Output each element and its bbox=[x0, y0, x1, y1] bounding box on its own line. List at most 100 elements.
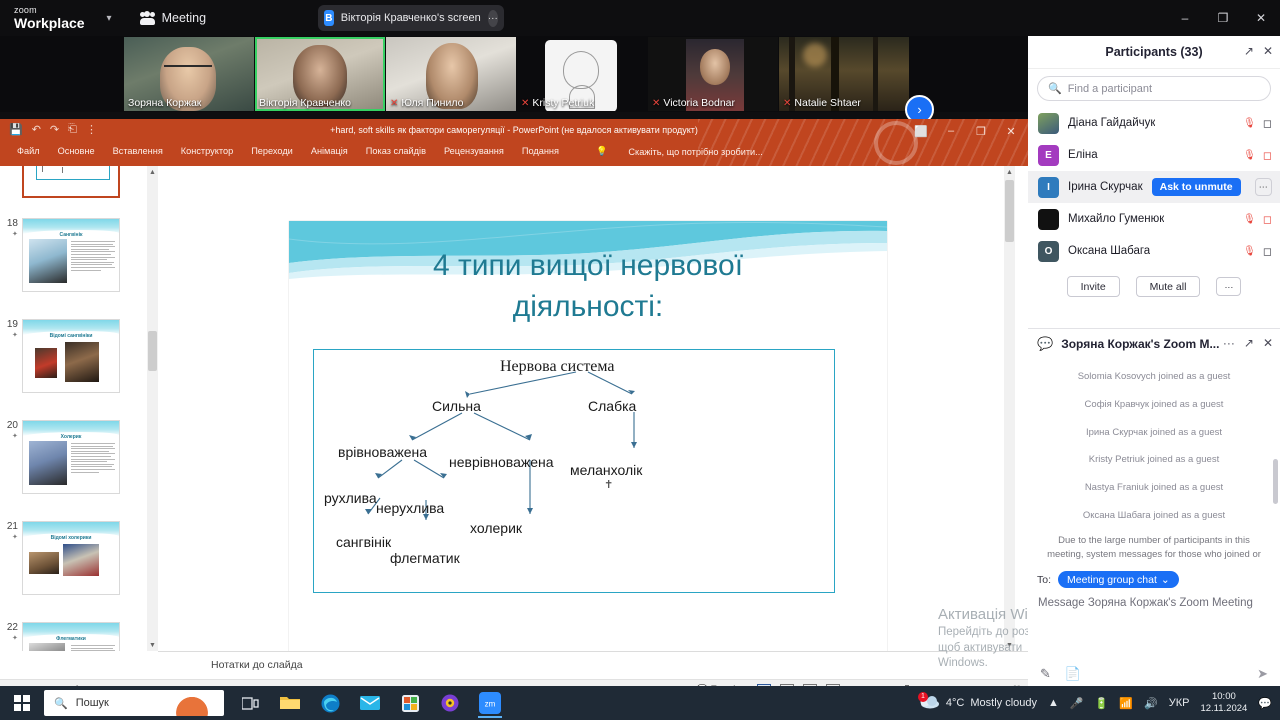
microphone-icon[interactable]: 🎤 bbox=[1070, 697, 1084, 710]
video-tile[interactable]: ✕ Natalie Shtaer bbox=[779, 37, 909, 111]
invite-button[interactable]: Invite bbox=[1066, 276, 1120, 297]
search-input[interactable]: 🔍 Find a participant bbox=[1037, 76, 1271, 101]
canvas-scrollbar[interactable]: ▲ ▼ bbox=[1004, 166, 1015, 651]
notifications-icon[interactable]: 💬 bbox=[1258, 697, 1272, 710]
edge-browser-icon[interactable] bbox=[314, 688, 346, 718]
video-on-icon[interactable]: ◻ bbox=[1263, 117, 1272, 130]
scroll-down-icon[interactable]: ▼ bbox=[1004, 639, 1015, 651]
video-tile[interactable]: ✕ Юля Пинило bbox=[386, 37, 516, 111]
taskbar-search[interactable]: 🔍 Пошук bbox=[44, 690, 224, 716]
scrollbar-thumb[interactable] bbox=[148, 331, 157, 371]
thumb-card[interactable]: Відомі сангвініки bbox=[22, 319, 120, 393]
chat-message-list[interactable]: Solomia Kosovych joined as a guest Софія… bbox=[1028, 359, 1280, 564]
tab-view[interactable]: Подання bbox=[513, 146, 568, 157]
video-tile[interactable]: Зоряна Коржак bbox=[124, 37, 254, 111]
mic-muted-icon[interactable]: 🎙 bbox=[1243, 246, 1256, 257]
participants-more-button[interactable]: ··· bbox=[1216, 277, 1242, 296]
scroll-up-icon[interactable]: ▲ bbox=[1004, 166, 1015, 178]
tab-file[interactable]: Файл bbox=[8, 146, 49, 157]
tab-review[interactable]: Рецензування bbox=[435, 146, 513, 157]
ask-to-unmute-button[interactable]: Ask to unmute bbox=[1151, 178, 1241, 196]
meeting-tab[interactable]: Meeting bbox=[139, 11, 206, 25]
minimize-icon[interactable]: – bbox=[1166, 0, 1204, 36]
scrollbar-thumb[interactable] bbox=[1005, 180, 1014, 242]
video-tile[interactable]: ✕ Victoria Bodnar bbox=[648, 37, 778, 111]
close-icon[interactable]: ✕ bbox=[996, 121, 1026, 141]
tell-me-search[interactable]: 💡 Скажіть, що потрібно зробити... bbox=[578, 146, 781, 157]
video-tile-active[interactable]: Вікторія Кравченко bbox=[255, 37, 385, 111]
slide-thumbnail-17[interactable]: 17 bbox=[0, 166, 147, 198]
slide-diagram[interactable]: Нервова система Сильна Слабка врівноваже… bbox=[313, 349, 835, 593]
show-hidden-icons-chevron[interactable]: ▲ bbox=[1048, 697, 1059, 709]
participant-row[interactable]: Діана Гайдайчук 🎙 ◻ bbox=[1028, 107, 1280, 139]
mail-icon[interactable] bbox=[354, 688, 386, 718]
close-icon[interactable]: ✕ bbox=[1263, 44, 1273, 58]
slide-thumbnail-20[interactable]: 20 ✦ Холерик bbox=[0, 420, 147, 494]
chat-more-icon[interactable]: ··· bbox=[1223, 336, 1235, 350]
microsoft-store-icon[interactable] bbox=[394, 688, 426, 718]
screen-share-pill[interactable]: В Вікторія Кравченко's screen ··· bbox=[318, 5, 504, 31]
current-slide[interactable]: 4 типи вищої нервової діяльності: Нервов… bbox=[289, 221, 887, 666]
slide-thumbnail-22[interactable]: 22 ✦ Флегматики bbox=[0, 622, 147, 651]
restore-icon[interactable]: ❐ bbox=[1204, 0, 1242, 36]
format-text-icon[interactable]: ✎ bbox=[1040, 666, 1051, 682]
tab-animations[interactable]: Анімація bbox=[302, 146, 357, 157]
slide-canvas-area[interactable]: 4 типи вищої нервової діяльності: Нервов… bbox=[158, 166, 1015, 666]
share-more-icon[interactable]: ··· bbox=[487, 9, 498, 27]
notes-pane[interactable]: Нотатки до слайда bbox=[158, 651, 1028, 679]
tab-home[interactable]: Основне bbox=[49, 146, 104, 157]
close-icon[interactable]: ✕ bbox=[1242, 0, 1280, 36]
video-off-icon[interactable]: ◻ bbox=[1263, 149, 1272, 162]
minimize-icon[interactable]: – bbox=[936, 121, 966, 141]
weather-widget[interactable]: 1 4°C Mostly cloudy bbox=[917, 692, 1037, 712]
mute-all-button[interactable]: Mute all bbox=[1135, 276, 1201, 297]
tab-transitions[interactable]: Переходи bbox=[242, 146, 302, 157]
participant-row[interactable]: Е Еліна 🎙 ◻ bbox=[1028, 139, 1280, 171]
slide-thumbnail-19[interactable]: 19 ✦ Відомі сангвініки bbox=[0, 319, 147, 393]
scroll-up-icon[interactable]: ▲ bbox=[147, 166, 158, 178]
restore-icon[interactable]: ❐ bbox=[966, 121, 996, 141]
volume-icon[interactable]: 🔊 bbox=[1144, 697, 1158, 710]
video-on-icon[interactable]: ◻ bbox=[1263, 245, 1272, 258]
thumb-card[interactable]: Флегматики bbox=[22, 622, 120, 651]
start-button[interactable] bbox=[0, 686, 44, 720]
scroll-down-icon[interactable]: ▼ bbox=[147, 639, 158, 651]
ribbon-display-options-icon[interactable]: ⬜ bbox=[906, 121, 936, 141]
zoom-app-icon[interactable]: zm bbox=[474, 688, 506, 718]
tab-design[interactable]: Конструктор bbox=[172, 146, 242, 157]
thumb-card[interactable]: Сангвінік bbox=[22, 218, 120, 292]
mic-muted-icon[interactable]: 🎙 bbox=[1243, 118, 1256, 129]
video-tile[interactable]: ✕ Kristy Petriuk bbox=[517, 37, 647, 111]
chat-recipient-dropdown[interactable]: Meeting group chat ⌄ bbox=[1058, 571, 1179, 588]
thumb-card[interactable]: Холерик bbox=[22, 420, 120, 494]
task-view-icon[interactable] bbox=[234, 688, 266, 718]
popout-icon[interactable]: ↗ bbox=[1244, 336, 1254, 350]
video-off-icon[interactable]: ◻ bbox=[1263, 213, 1272, 226]
tab-slideshow[interactable]: Показ слайдів bbox=[357, 146, 435, 157]
thumbnail-scrollbar[interactable]: ▲ ▼ bbox=[147, 166, 158, 651]
thumb-card[interactable] bbox=[22, 166, 120, 198]
browser-icon[interactable] bbox=[434, 688, 466, 718]
slide-thumbnail-18[interactable]: 18 ✦ Сангвінік bbox=[0, 218, 147, 292]
participant-more-icon[interactable]: ⋯ bbox=[1254, 178, 1272, 196]
participants-list[interactable]: Діана Гайдайчук 🎙 ◻ Е Еліна 🎙 ◻ І Ірина … bbox=[1028, 105, 1280, 267]
participant-row[interactable]: Михайло Гуменюк 🎙 ◻ bbox=[1028, 203, 1280, 235]
file-attach-icon[interactable]: 📄 bbox=[1065, 666, 1081, 682]
chat-message-input[interactable]: Message Зоряна Коржак's Zoom Meeting bbox=[1028, 591, 1280, 611]
slide-thumbnail-pane[interactable]: 17 18 ✦ bbox=[0, 166, 147, 651]
close-icon[interactable]: ✕ bbox=[1263, 336, 1273, 350]
battery-icon[interactable]: 🔋 bbox=[1095, 697, 1109, 710]
file-explorer-icon[interactable] bbox=[274, 688, 306, 718]
participant-row[interactable]: О Оксана Шабага 🎙 ◻ bbox=[1028, 235, 1280, 267]
tab-insert[interactable]: Вставлення bbox=[104, 146, 172, 157]
slide-thumbnail-21[interactable]: 21 ✦ Відомі холерики bbox=[0, 521, 147, 595]
slide-title[interactable]: 4 типи вищої нервової діяльності: bbox=[329, 246, 847, 327]
mic-muted-icon[interactable]: 🎙 bbox=[1243, 214, 1256, 225]
chat-scrollbar-thumb[interactable] bbox=[1273, 459, 1278, 504]
chevron-down-icon[interactable]: ▾ bbox=[107, 13, 112, 24]
wifi-icon[interactable]: 📶 bbox=[1119, 697, 1133, 710]
thumb-card[interactable]: Відомі холерики bbox=[22, 521, 120, 595]
mic-muted-icon[interactable]: 🎙 bbox=[1243, 150, 1256, 161]
popout-icon[interactable]: ↗ bbox=[1244, 44, 1254, 58]
language-indicator[interactable]: УКР bbox=[1169, 697, 1190, 709]
